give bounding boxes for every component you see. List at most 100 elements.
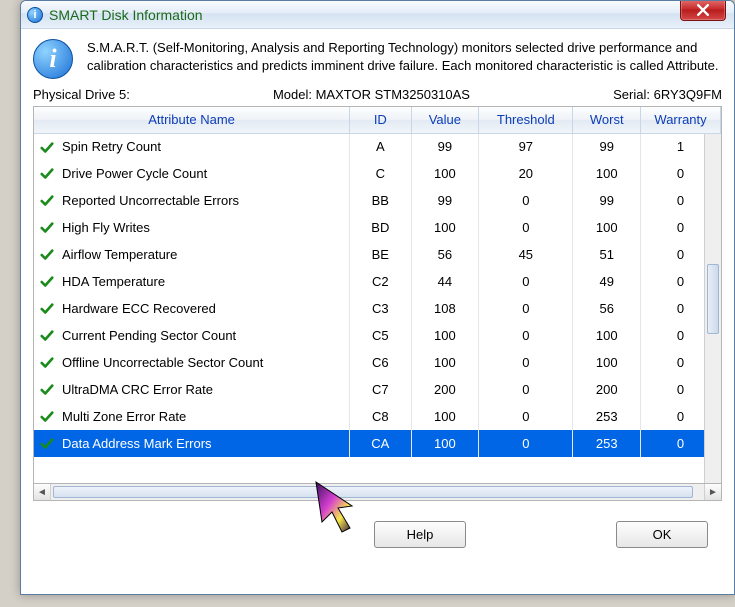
checkmark-icon (40, 248, 56, 262)
cell-threshold: 0 (479, 349, 573, 376)
col-threshold[interactable]: Threshold (479, 107, 573, 133)
attr-name-text: Multi Zone Error Rate (62, 409, 186, 424)
col-value[interactable]: Value (411, 107, 479, 133)
cell-attribute-name: Spin Retry Count (34, 133, 350, 160)
cell-threshold: 20 (479, 160, 573, 187)
cell-attribute-name: Offline Uncorrectable Sector Count (34, 349, 350, 376)
cell-threshold: 0 (479, 322, 573, 349)
description-text: S.M.A.R.T. (Self-Monitoring, Analysis an… (87, 39, 722, 74)
cell-attribute-name: Current Pending Sector Count (34, 322, 350, 349)
cell-threshold: 0 (479, 268, 573, 295)
attr-name-text: Spin Retry Count (62, 139, 161, 154)
col-id[interactable]: ID (350, 107, 411, 133)
cell-id: C6 (350, 349, 411, 376)
drive-meta-row: Physical Drive 5: Model: MAXTOR STM32503… (33, 87, 722, 102)
cell-threshold: 0 (479, 376, 573, 403)
help-button[interactable]: Help (374, 521, 466, 548)
table-row[interactable]: Hardware ECC RecoveredC31080560 (34, 295, 721, 322)
cell-worst: 100 (573, 322, 641, 349)
scrollbar-track[interactable] (51, 484, 704, 500)
attr-name-text: UltraDMA CRC Error Rate (62, 382, 213, 397)
cell-value: 100 (411, 160, 479, 187)
cell-id: C5 (350, 322, 411, 349)
vertical-scrollbar[interactable] (704, 134, 721, 483)
cell-worst: 100 (573, 349, 641, 376)
scrollbar-thumb[interactable] (53, 486, 693, 498)
scroll-left-button[interactable]: ◄ (34, 484, 51, 500)
cell-worst: 253 (573, 430, 641, 457)
cell-worst: 253 (573, 403, 641, 430)
table-row[interactable]: Data Address Mark ErrorsCA10002530 (34, 430, 721, 457)
cell-value: 100 (411, 403, 479, 430)
cell-value: 99 (411, 187, 479, 214)
cell-value: 44 (411, 268, 479, 295)
checkmark-icon (40, 437, 56, 451)
attr-name-text: Current Pending Sector Count (62, 328, 236, 343)
table-row[interactable]: Reported Uncorrectable ErrorsBB990990 (34, 187, 721, 214)
close-icon (697, 4, 709, 16)
cell-threshold: 0 (479, 214, 573, 241)
cell-id: BD (350, 214, 411, 241)
cell-attribute-name: High Fly Writes (34, 214, 350, 241)
info-icon: i (33, 39, 73, 79)
table-row[interactable]: Multi Zone Error RateC810002530 (34, 403, 721, 430)
attr-name-text: High Fly Writes (62, 220, 150, 235)
close-button[interactable] (680, 0, 726, 21)
window-title: SMART Disk Information (49, 7, 203, 23)
info-icon: i (27, 7, 43, 23)
titlebar[interactable]: i SMART Disk Information (21, 1, 734, 29)
cell-worst: 99 (573, 187, 641, 214)
cell-worst: 100 (573, 214, 641, 241)
cell-id: C8 (350, 403, 411, 430)
cell-value: 100 (411, 322, 479, 349)
cell-id: BB (350, 187, 411, 214)
model-label: Model: MAXTOR STM3250310AS (273, 87, 470, 102)
col-attribute-name[interactable]: Attribute Name (34, 107, 350, 133)
cell-id: C7 (350, 376, 411, 403)
cell-id: BE (350, 241, 411, 268)
cell-attribute-name: Data Address Mark Errors (34, 430, 350, 457)
cell-value: 100 (411, 430, 479, 457)
checkmark-icon (40, 167, 56, 181)
checkmark-icon (40, 329, 56, 343)
cell-id: C2 (350, 268, 411, 295)
dialog-window: i SMART Disk Information i S.M.A.R.T. (S… (20, 0, 735, 595)
cell-worst: 200 (573, 376, 641, 403)
table-row[interactable]: Offline Uncorrectable Sector CountC6 1000… (34, 349, 721, 376)
cell-worst: 51 (573, 241, 641, 268)
cell-worst: 49 (573, 268, 641, 295)
table-row[interactable]: UltraDMA CRC Error RateC720002000 (34, 376, 721, 403)
attr-name-text: Reported Uncorrectable Errors (62, 193, 239, 208)
scrollbar-thumb[interactable] (707, 264, 719, 334)
scroll-right-button[interactable]: ► (704, 484, 721, 500)
cell-attribute-name: Hardware ECC Recovered (34, 295, 350, 322)
attributes-table-container: Attribute Name ID Value Threshold Worst … (33, 106, 722, 484)
cell-id: CA (350, 430, 411, 457)
cell-value: 99 (411, 133, 479, 160)
cell-value: 200 (411, 376, 479, 403)
col-warranty[interactable]: Warranty (641, 107, 721, 133)
table-row[interactable]: High Fly WritesBD10001000 (34, 214, 721, 241)
checkmark-icon (40, 383, 56, 397)
cell-threshold: 0 (479, 187, 573, 214)
table-row[interactable]: Drive Power Cycle CountC100201000 (34, 160, 721, 187)
attributes-table[interactable]: Attribute Name ID Value Threshold Worst … (34, 107, 721, 457)
table-row[interactable]: Current Pending Sector CountC510001000 (34, 322, 721, 349)
attr-name-text: Airflow Temperature (62, 247, 177, 262)
table-header-row[interactable]: Attribute Name ID Value Threshold Worst … (34, 107, 721, 133)
table-row[interactable]: Airflow TemperatureBE5645510 (34, 241, 721, 268)
checkmark-icon (40, 141, 56, 155)
cell-attribute-name: Multi Zone Error Rate (34, 403, 350, 430)
ok-button[interactable]: OK (616, 521, 708, 548)
table-row[interactable]: Spin Retry CountA9997991 (34, 133, 721, 160)
table-row[interactable]: HDA TemperatureC2440490 (34, 268, 721, 295)
cell-worst: 100 (573, 160, 641, 187)
cell-attribute-name: HDA Temperature (34, 268, 350, 295)
horizontal-scrollbar[interactable]: ◄ ► (33, 484, 722, 501)
cell-value: 108 (411, 295, 479, 322)
cell-value: 56 (411, 241, 479, 268)
serial-label: Serial: 6RY3Q9FM (613, 87, 722, 102)
cell-threshold: 45 (479, 241, 573, 268)
cell-value: 100 (411, 214, 479, 241)
col-worst[interactable]: Worst (573, 107, 641, 133)
